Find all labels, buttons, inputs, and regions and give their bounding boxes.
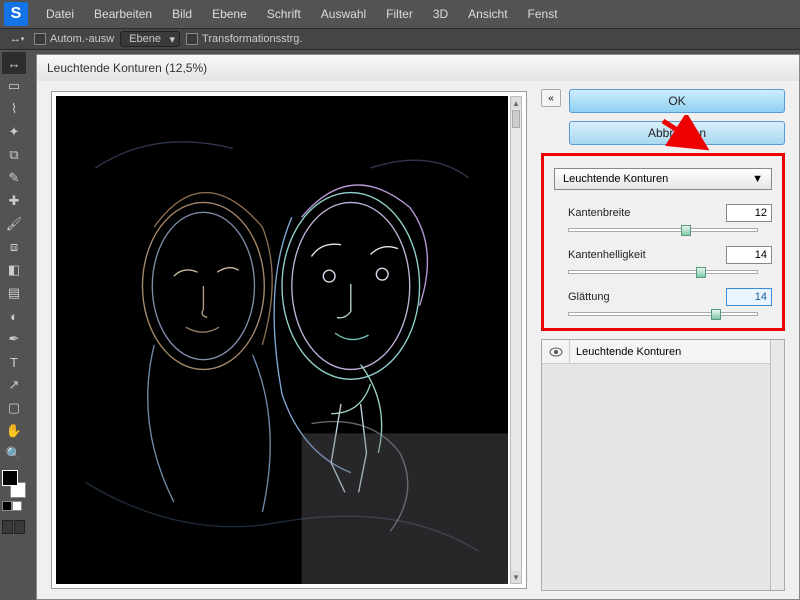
shape-tool[interactable]: ▢ bbox=[2, 397, 26, 419]
menu-item[interactable]: Ansicht bbox=[458, 7, 517, 21]
menu-item[interactable]: Datei bbox=[36, 7, 84, 21]
stamp-tool[interactable]: ⧈ bbox=[2, 236, 26, 258]
brush-tool[interactable]: 🖌 bbox=[2, 213, 26, 235]
autoselect-checkbox[interactable]: Autom.-ausw bbox=[34, 33, 114, 45]
cancel-button[interactable]: Abbrechen bbox=[569, 121, 785, 145]
eyedropper-tool[interactable]: ✎ bbox=[2, 167, 26, 189]
slider-group: Kantenbreite 12 bbox=[554, 204, 772, 232]
app-logo: S bbox=[4, 2, 28, 26]
slider-label: Kantenhelligkeit bbox=[554, 249, 646, 261]
eraser-tool[interactable]: ◧ bbox=[2, 259, 26, 281]
move-tool-indicator: ↔▾ bbox=[6, 30, 28, 48]
slider-thumb[interactable] bbox=[711, 309, 721, 320]
move-tool[interactable]: ↔ bbox=[2, 52, 26, 74]
slider-value-input[interactable]: 14 bbox=[726, 288, 772, 306]
menu-bar: S Datei Bearbeiten Bild Ebene Schrift Au… bbox=[0, 0, 800, 28]
slider-track[interactable] bbox=[568, 270, 758, 274]
effect-layers-panel: Leuchtende Konturen bbox=[541, 339, 785, 591]
hand-tool[interactable]: ✋ bbox=[2, 420, 26, 442]
slider-thumb[interactable] bbox=[696, 267, 706, 278]
tool-box: ↔ ▭ ⌇ ✦ ⧉ ✎ ✚ 🖌 ⧈ ◧ ▤ ◐ ✒ T ↗ ▢ ✋ 🔍 bbox=[0, 50, 28, 536]
slider-track[interactable] bbox=[568, 312, 758, 316]
menu-item[interactable]: 3D bbox=[423, 7, 458, 21]
pen-tool[interactable]: ✒ bbox=[2, 328, 26, 350]
filter-gallery-dialog: Leuchtende Konturen (12,5%) bbox=[36, 54, 800, 600]
marquee-tool[interactable]: ▭ bbox=[2, 75, 26, 97]
slider-value-input[interactable]: 14 bbox=[726, 246, 772, 264]
wand-tool[interactable]: ✦ bbox=[2, 121, 26, 143]
transform-controls-checkbox[interactable]: Transformationsstrg. bbox=[186, 33, 302, 45]
gradient-tool[interactable]: ▤ bbox=[2, 282, 26, 304]
chevron-down-icon: ▼ bbox=[752, 173, 763, 185]
visibility-eye-icon[interactable] bbox=[542, 340, 570, 363]
menu-item[interactable]: Filter bbox=[376, 7, 423, 21]
dialog-title: Leuchtende Konturen (12,5%) bbox=[37, 55, 799, 81]
dodge-tool[interactable]: ◐ bbox=[2, 305, 26, 327]
layers-scrollbar[interactable] bbox=[770, 340, 784, 590]
glowing-edges-art bbox=[56, 96, 508, 584]
menu-item[interactable]: Ebene bbox=[202, 7, 257, 21]
slider-value-input[interactable]: 12 bbox=[726, 204, 772, 222]
effect-layer-row[interactable]: Leuchtende Konturen bbox=[542, 340, 770, 364]
type-tool[interactable]: T bbox=[2, 351, 26, 373]
options-bar: ↔▾ Autom.-ausw Ebene Transformationsstrg… bbox=[0, 28, 800, 50]
autoselect-target-dropdown[interactable]: Ebene bbox=[120, 31, 180, 47]
default-colors-icon[interactable] bbox=[2, 501, 26, 515]
menu-item[interactable]: Bearbeiten bbox=[84, 7, 162, 21]
quickmask-toggle[interactable] bbox=[2, 520, 26, 534]
heal-tool[interactable]: ✚ bbox=[2, 190, 26, 212]
preview-canvas[interactable] bbox=[56, 96, 508, 584]
slider-group: Kantenhelligkeit 14 bbox=[554, 246, 772, 274]
path-tool[interactable]: ↗ bbox=[2, 374, 26, 396]
scroll-down-icon[interactable]: ▼ bbox=[511, 571, 521, 583]
menu-item[interactable]: Schrift bbox=[257, 7, 311, 21]
menu-item[interactable]: Auswahl bbox=[311, 7, 376, 21]
slider-label: Kantenbreite bbox=[554, 207, 630, 219]
ok-button[interactable]: OK bbox=[569, 89, 785, 113]
zoom-tool[interactable]: 🔍 bbox=[2, 443, 26, 465]
preview-scrollbar[interactable]: ▲ ▼ bbox=[510, 96, 522, 584]
slider-track[interactable] bbox=[568, 228, 758, 232]
menu-item[interactable]: Bild bbox=[162, 7, 202, 21]
scroll-thumb[interactable] bbox=[512, 110, 520, 128]
preview-pane: ▲ ▼ bbox=[37, 81, 535, 599]
menu-item[interactable]: Fenst bbox=[518, 7, 568, 21]
lasso-tool[interactable]: ⌇ bbox=[2, 98, 26, 120]
slider-group: Glättung 14 bbox=[554, 288, 772, 316]
filter-select-label: Leuchtende Konturen bbox=[563, 173, 668, 185]
slider-thumb[interactable] bbox=[681, 225, 691, 236]
scroll-up-icon[interactable]: ▲ bbox=[511, 97, 521, 109]
effect-layer-name: Leuchtende Konturen bbox=[570, 346, 687, 358]
collapse-toggle[interactable]: « bbox=[541, 89, 561, 107]
controls-pane: « OK Abbrechen Leuchtende Konturen ▼ Kan… bbox=[535, 81, 799, 599]
crop-tool[interactable]: ⧉ bbox=[2, 144, 26, 166]
slider-label: Glättung bbox=[554, 291, 610, 303]
color-swatches[interactable] bbox=[2, 470, 26, 498]
highlight-annotation: Leuchtende Konturen ▼ Kantenbreite 12 Ka… bbox=[541, 153, 785, 331]
filter-select[interactable]: Leuchtende Konturen ▼ bbox=[554, 168, 772, 190]
